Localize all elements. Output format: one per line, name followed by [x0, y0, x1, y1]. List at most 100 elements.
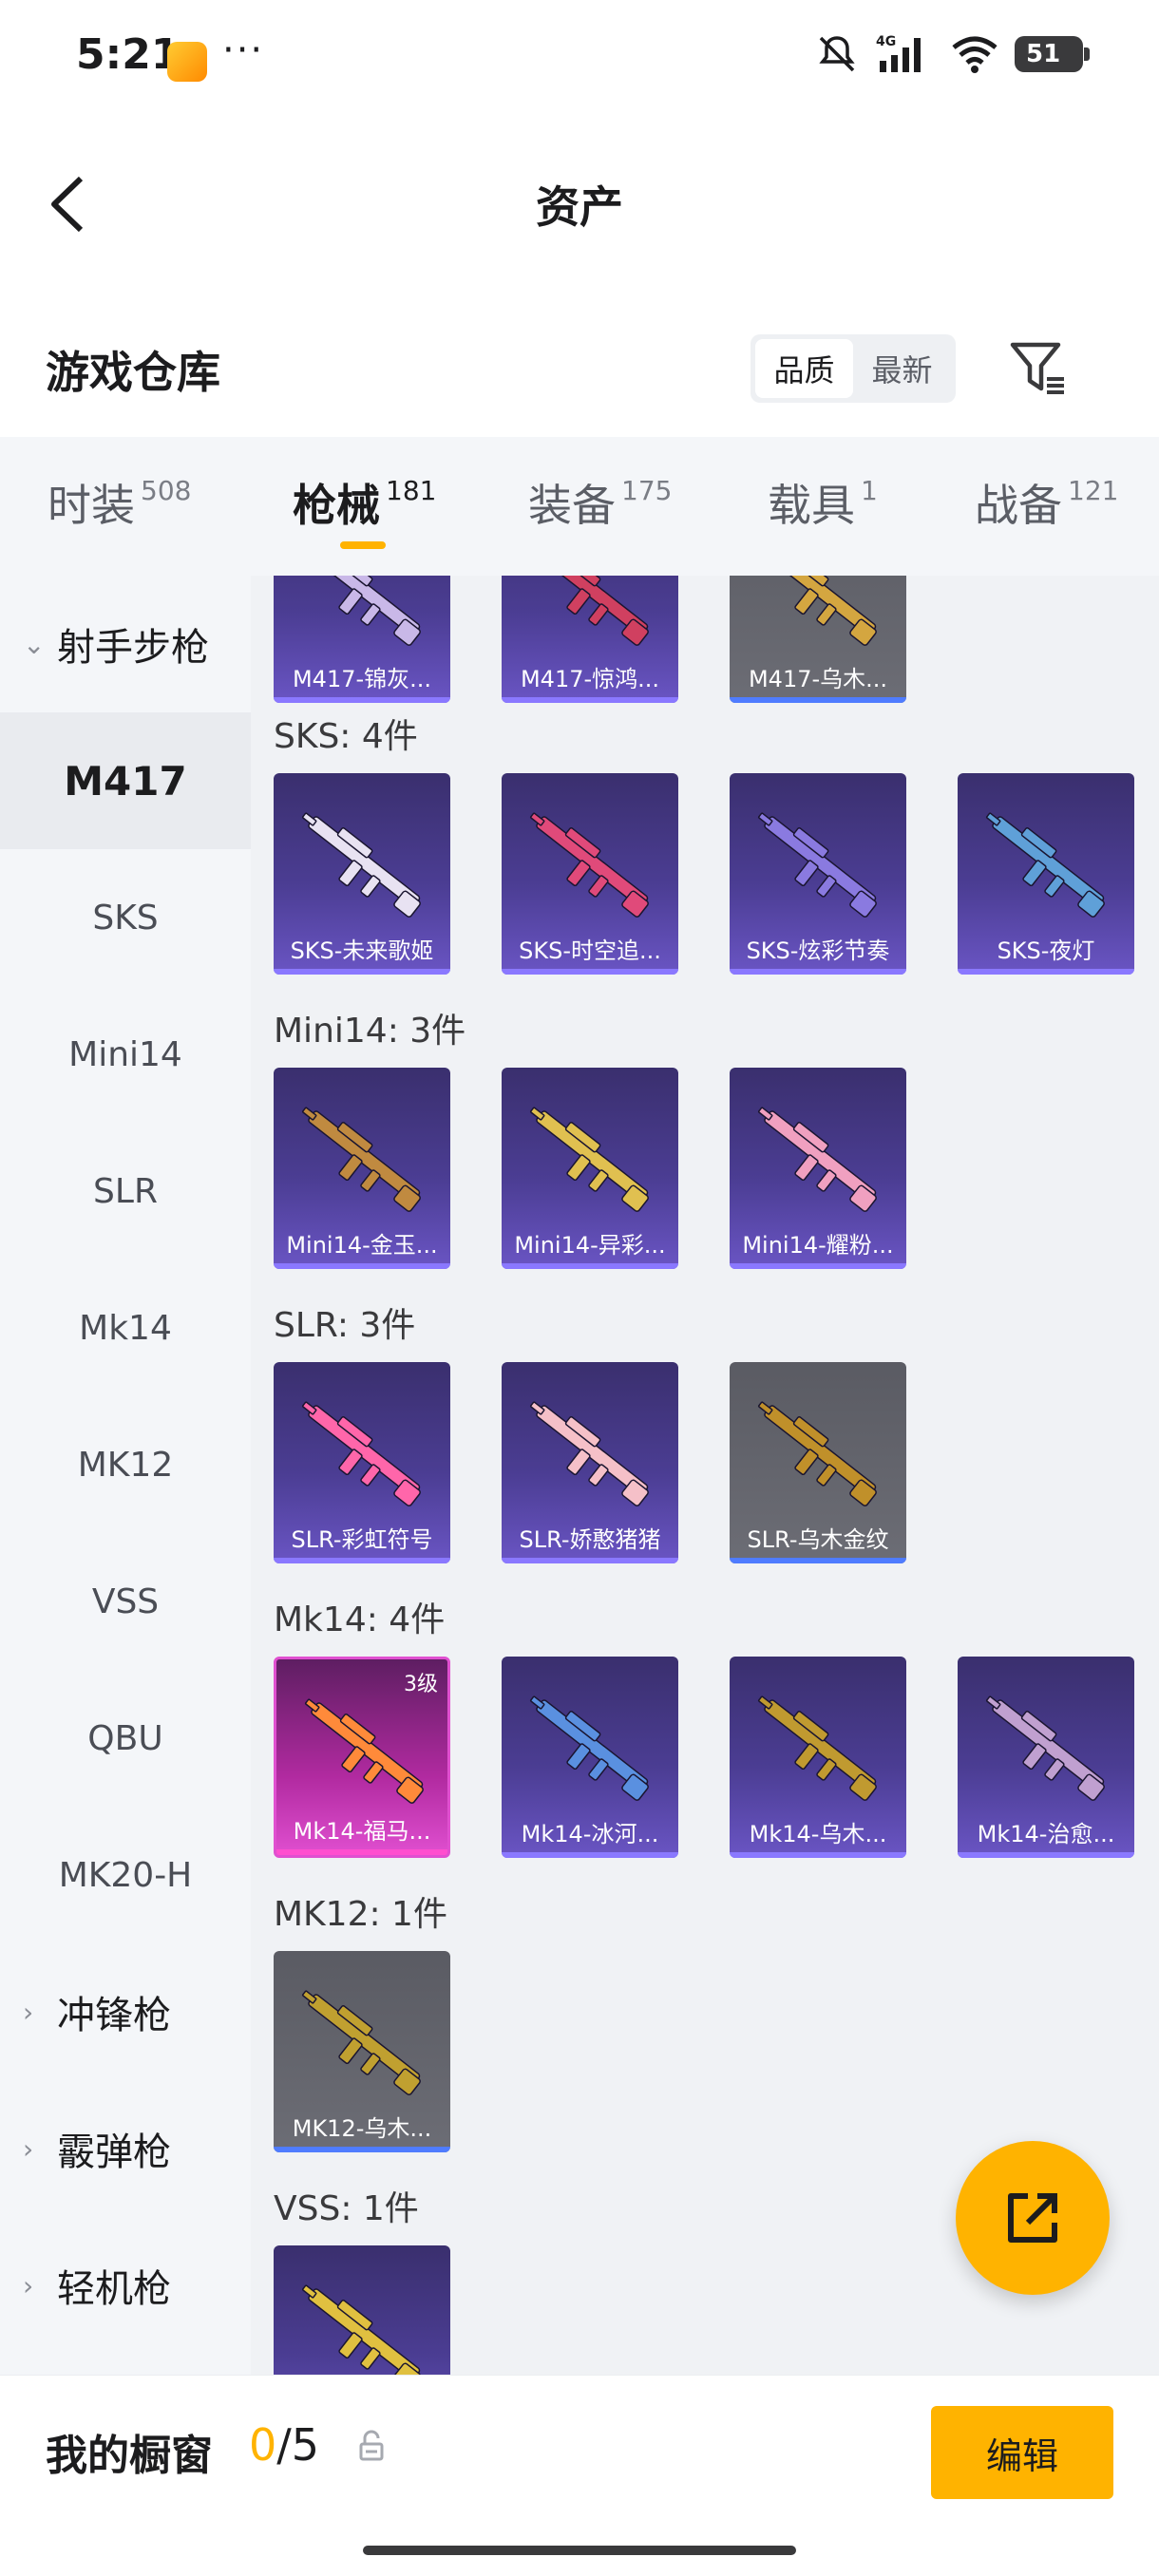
- sidebar-item-mk20h[interactable]: MK20-H: [0, 1807, 251, 1943]
- rarity-bar: [502, 697, 678, 703]
- rifle-icon: [757, 1107, 877, 1212]
- item-name: SKS-夜灯: [997, 938, 1095, 964]
- sidebar-item-mini14[interactable]: Mini14: [0, 986, 251, 1123]
- sort-toggle[interactable]: 品质 最新: [750, 334, 956, 403]
- weapon-skin-card[interactable]: Mk14-冰河...: [502, 1657, 678, 1858]
- weapon-skin-card[interactable]: SKS-未来歌姬: [274, 773, 450, 975]
- tab-label: 战备: [975, 480, 1062, 531]
- filter-button[interactable]: [1005, 334, 1072, 401]
- rifle-icon: [301, 2284, 421, 2375]
- share-fab[interactable]: [956, 2141, 1110, 2295]
- item-name: M417-锦灰...: [292, 666, 432, 692]
- item-name: Mk14-福马...: [293, 1818, 431, 1845]
- sidebar-item-mk14[interactable]: Mk14: [0, 1260, 251, 1396]
- app-notification-icon: [167, 42, 207, 82]
- sidebar-item-vss[interactable]: VSS: [0, 1533, 251, 1670]
- sidebar-item-m417[interactable]: M417: [0, 712, 251, 849]
- item-name: Mini14-异彩...: [514, 1232, 666, 1259]
- chevron-right-icon: ›: [23, 1996, 34, 2028]
- weapon-skin-card[interactable]: Mini14-金玉...: [274, 1068, 450, 1269]
- group-title: Mini14: 3件: [274, 1012, 466, 1051]
- weapon-skin-card[interactable]: Mk14-乌木...: [730, 1657, 906, 1858]
- rifle-icon: [757, 812, 877, 918]
- chevron-right-icon: ›: [23, 2132, 34, 2165]
- weapon-skin-card[interactable]: SLR-乌木金纹: [730, 1362, 906, 1563]
- rifle-icon: [308, 576, 421, 646]
- edit-button[interactable]: 编辑: [931, 2406, 1113, 2499]
- sidebar-group-smg[interactable]: › 冲锋枪: [0, 1943, 251, 2080]
- tab-guns[interactable]: 枪械 181: [293, 471, 436, 534]
- rifle-icon: [757, 1401, 877, 1506]
- status-time: 5:21: [76, 30, 180, 79]
- rarity-bar: [502, 1852, 678, 1858]
- tab-count: 175: [621, 475, 673, 506]
- weapon-skin-card[interactable]: M417-锦灰...: [274, 576, 450, 703]
- status-bar: 5:21 ··· 4G 51: [0, 0, 1159, 114]
- sidebar-group-lmg[interactable]: › 轻机枪: [0, 2217, 251, 2354]
- section-title: 游戏仓库: [46, 347, 220, 398]
- battery-indicator: 51: [1015, 36, 1090, 72]
- active-tab-indicator: [340, 541, 386, 549]
- group-title: MK12: 1件: [274, 1895, 447, 1934]
- weapon-skin-card[interactable]: SKS-炫彩节奏: [730, 773, 906, 975]
- sort-newest-option[interactable]: 最新: [853, 339, 951, 398]
- rarity-bar: [276, 1849, 447, 1855]
- sidebar-item-mk12[interactable]: MK12: [0, 1396, 251, 1533]
- item-grid: M417-锦灰... M417-惊鸿... M417-乌木... SKS: 4件 SKS…: [251, 576, 1159, 2375]
- sidebar-group-label: 冲锋枪: [57, 1994, 171, 2037]
- rarity-bar: [274, 697, 450, 703]
- mute-icon: [819, 36, 855, 72]
- sidebar-item-slr[interactable]: SLR: [0, 1123, 251, 1260]
- rarity-bar: [958, 969, 1134, 975]
- weapon-sidebar: ⌄ 射手步枪 M417 SKS Mini14 SLR Mk14 MK12 VSS…: [0, 576, 251, 2375]
- showcase-count-current: 0: [249, 2419, 277, 2471]
- chevron-down-icon: ⌄: [23, 628, 46, 660]
- weapon-skin-card[interactable]: SKS-夜灯: [958, 773, 1134, 975]
- chevron-right-icon: ›: [23, 2269, 34, 2301]
- tab-outfits[interactable]: 时装 508: [48, 471, 191, 534]
- rifle-icon: [529, 812, 649, 918]
- tab-count: 1: [861, 475, 878, 506]
- showcase-label: 我的橱窗: [46, 2432, 213, 2480]
- weapon-skin-card[interactable]: MK12-乌木...: [274, 1951, 450, 2152]
- tab-vehicles[interactable]: 载具 1: [768, 471, 878, 534]
- tab-combat-supplies[interactable]: 战备 121: [975, 471, 1118, 534]
- rifle-icon: [301, 1401, 421, 1506]
- tab-label: 枪械: [293, 480, 380, 531]
- rifle-icon: [536, 576, 649, 646]
- page-title: 资产: [536, 181, 623, 233]
- weapon-skin-card[interactable]: M417-惊鸿...: [502, 576, 678, 703]
- rifle-icon: [304, 1698, 424, 1804]
- sort-quality-option[interactable]: 品质: [755, 339, 853, 398]
- weapon-skin-card[interactable]: Mini14-异彩...: [502, 1068, 678, 1269]
- rarity-bar: [502, 969, 678, 975]
- weapon-skin-card[interactable]: SLR-彩虹符号: [274, 1362, 450, 1563]
- item-name: Mini14-金玉...: [286, 1232, 438, 1259]
- rarity-bar: [274, 1558, 450, 1563]
- rifle-icon: [757, 1695, 877, 1801]
- weapon-skin-card[interactable]: Mini14-耀粉...: [730, 1068, 906, 1269]
- sidebar-group-shotgun[interactable]: › 霰弹枪: [0, 2080, 251, 2217]
- rarity-bar: [730, 1852, 906, 1858]
- tab-equipment[interactable]: 装备 175: [528, 471, 672, 534]
- tab-label: 装备: [528, 480, 616, 531]
- sidebar-item-qbu[interactable]: QBU: [0, 1670, 251, 1807]
- item-name: Mk14-冰河...: [521, 1821, 659, 1847]
- weapon-skin-card[interactable]: [274, 2245, 450, 2375]
- network-type: 4G: [876, 34, 896, 49]
- rifle-icon: [529, 1107, 649, 1212]
- weapon-skin-card[interactable]: 3级 Mk14-福马...: [274, 1657, 450, 1858]
- sidebar-item-sks[interactable]: SKS: [0, 849, 251, 986]
- item-name: SKS-炫彩节奏: [746, 938, 890, 964]
- weapon-skin-card[interactable]: M417-乌木...: [730, 576, 906, 703]
- item-name: Mk14-治愈...: [977, 1821, 1115, 1847]
- group-title: SKS: 4件: [274, 717, 418, 756]
- tab-label: 载具: [768, 480, 855, 531]
- rifle-icon: [529, 1401, 649, 1506]
- weapon-skin-card[interactable]: SLR-娇憨猪猪: [502, 1362, 678, 1563]
- sidebar-group-marksman[interactable]: ⌄ 射手步枪: [0, 576, 251, 712]
- filter-icon: [1010, 342, 1064, 394]
- rarity-bar: [730, 969, 906, 975]
- weapon-skin-card[interactable]: SKS-时空追...: [502, 773, 678, 975]
- weapon-skin-card[interactable]: Mk14-治愈...: [958, 1657, 1134, 1858]
